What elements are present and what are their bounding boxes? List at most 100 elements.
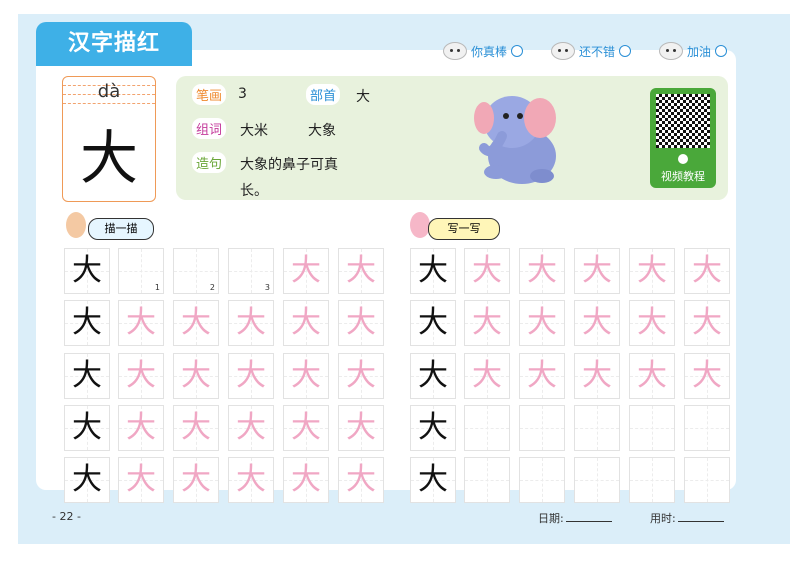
- blank-writing-cell[interactable]: [629, 457, 675, 503]
- practice-character: 大: [418, 410, 448, 445]
- trace-cell[interactable]: 大: [228, 405, 274, 451]
- rating-great[interactable]: 你真棒: [443, 42, 524, 60]
- trace-cell[interactable]: 大: [519, 248, 565, 294]
- trace-cell[interactable]: 大: [283, 300, 329, 346]
- trace-cell[interactable]: 大: [684, 248, 730, 294]
- qr-code-icon: [656, 94, 710, 148]
- radical-label: 部首: [306, 84, 341, 105]
- practice-character: 大: [418, 253, 448, 288]
- strokes-label: 笔画: [192, 84, 227, 105]
- trace-cell[interactable]: 大: [173, 353, 219, 399]
- smiley-face-icon: [659, 42, 683, 60]
- practice-character: 大: [236, 305, 266, 340]
- time-label: 用时:: [650, 512, 676, 525]
- rating-keep-going[interactable]: 加油: [659, 42, 728, 60]
- trace-cell[interactable]: 大: [118, 353, 164, 399]
- blank-writing-cell[interactable]: [464, 457, 510, 503]
- trace-cell[interactable]: 大: [684, 300, 730, 346]
- blank-writing-cell[interactable]: [519, 457, 565, 503]
- model-character-cell[interactable]: 大: [410, 300, 456, 346]
- stroke-order-number: 1: [154, 283, 160, 292]
- trace-cell[interactable]: 大: [173, 300, 219, 346]
- rating-good[interactable]: 还不错: [551, 42, 632, 60]
- blank-writing-cell[interactable]: [464, 405, 510, 451]
- practice-character: 大: [692, 253, 722, 288]
- trace-cell[interactable]: 大: [629, 248, 675, 294]
- trace-cell[interactable]: 大: [338, 248, 384, 294]
- trace-cell[interactable]: 大: [338, 353, 384, 399]
- practice-character: 大: [692, 358, 722, 393]
- stroke-order-cell[interactable]: 2: [173, 248, 219, 294]
- trace-cell[interactable]: 大: [519, 353, 565, 399]
- model-character-cell[interactable]: 大: [410, 353, 456, 399]
- video-tutorial-qr[interactable]: 视频教程: [650, 88, 716, 188]
- blank-writing-cell[interactable]: [684, 457, 730, 503]
- trace-cell[interactable]: 大: [519, 300, 565, 346]
- practice-character: 大: [637, 305, 667, 340]
- practice-character: 大: [72, 305, 102, 340]
- trace-cell[interactable]: 大: [464, 353, 510, 399]
- model-character-cell[interactable]: 大: [64, 405, 110, 451]
- trace-cell[interactable]: 大: [118, 405, 164, 451]
- trace-cell[interactable]: 大: [338, 457, 384, 503]
- model-character-cell[interactable]: 大: [410, 405, 456, 451]
- trace-cell[interactable]: 大: [574, 300, 620, 346]
- time-field[interactable]: 用时:: [650, 510, 724, 526]
- blank-writing-cell[interactable]: [684, 405, 730, 451]
- trace-cell[interactable]: 大: [464, 248, 510, 294]
- practice-character: 大: [291, 462, 321, 497]
- practice-character: 大: [72, 462, 102, 497]
- trace-cell[interactable]: 大: [338, 405, 384, 451]
- practice-character: 大: [637, 253, 667, 288]
- practice-character: 大: [346, 358, 376, 393]
- radio-button[interactable]: [619, 45, 632, 57]
- trace-cell[interactable]: 大: [228, 353, 274, 399]
- practice-character: 大: [126, 410, 156, 445]
- practice-character: 大: [236, 410, 266, 445]
- blank-writing-cell[interactable]: [574, 457, 620, 503]
- model-character-cell[interactable]: 大: [64, 353, 110, 399]
- trace-cell[interactable]: 大: [228, 300, 274, 346]
- trace-cell[interactable]: 大: [464, 300, 510, 346]
- practice-character: 大: [72, 410, 102, 445]
- page-number: - 22 -: [52, 510, 81, 523]
- trace-cell[interactable]: 大: [118, 300, 164, 346]
- rating-label: 还不错: [579, 44, 616, 59]
- trace-cell[interactable]: 大: [574, 248, 620, 294]
- trace-cell[interactable]: 大: [629, 353, 675, 399]
- model-character-cell[interactable]: 大: [410, 248, 456, 294]
- blank-writing-cell[interactable]: [519, 405, 565, 451]
- trace-cell[interactable]: 大: [173, 405, 219, 451]
- model-character-cell[interactable]: 大: [64, 248, 110, 294]
- trace-cell[interactable]: 大: [173, 457, 219, 503]
- trace-cell[interactable]: 大: [338, 300, 384, 346]
- trace-cell[interactable]: 大: [228, 457, 274, 503]
- word-1: 大米: [240, 123, 268, 139]
- trace-cell[interactable]: 大: [283, 353, 329, 399]
- date-field[interactable]: 日期:: [538, 510, 612, 526]
- stroke-order-cell[interactable]: 1: [118, 248, 164, 294]
- stroke-order-cell[interactable]: 3: [228, 248, 274, 294]
- radio-button[interactable]: [511, 45, 524, 57]
- trace-cell[interactable]: 大: [283, 248, 329, 294]
- radio-button[interactable]: [715, 45, 728, 57]
- rating-label: 加油: [687, 44, 712, 59]
- model-character-cell[interactable]: 大: [64, 300, 110, 346]
- trace-cell[interactable]: 大: [629, 300, 675, 346]
- word-2: 大象: [308, 123, 336, 139]
- model-character-cell[interactable]: 大: [64, 457, 110, 503]
- trace-cell[interactable]: 大: [574, 353, 620, 399]
- radical-value: 大: [356, 89, 370, 105]
- date-label: 日期:: [538, 512, 564, 525]
- trace-cell[interactable]: 大: [283, 457, 329, 503]
- practice-character: 大: [291, 358, 321, 393]
- trace-cell[interactable]: 大: [118, 457, 164, 503]
- main-character: 大: [79, 124, 138, 192]
- blank-writing-cell[interactable]: [629, 405, 675, 451]
- practice-character: 大: [418, 358, 448, 393]
- practice-character: 大: [291, 305, 321, 340]
- blank-writing-cell[interactable]: [574, 405, 620, 451]
- trace-cell[interactable]: 大: [684, 353, 730, 399]
- trace-cell[interactable]: 大: [283, 405, 329, 451]
- model-character-cell[interactable]: 大: [410, 457, 456, 503]
